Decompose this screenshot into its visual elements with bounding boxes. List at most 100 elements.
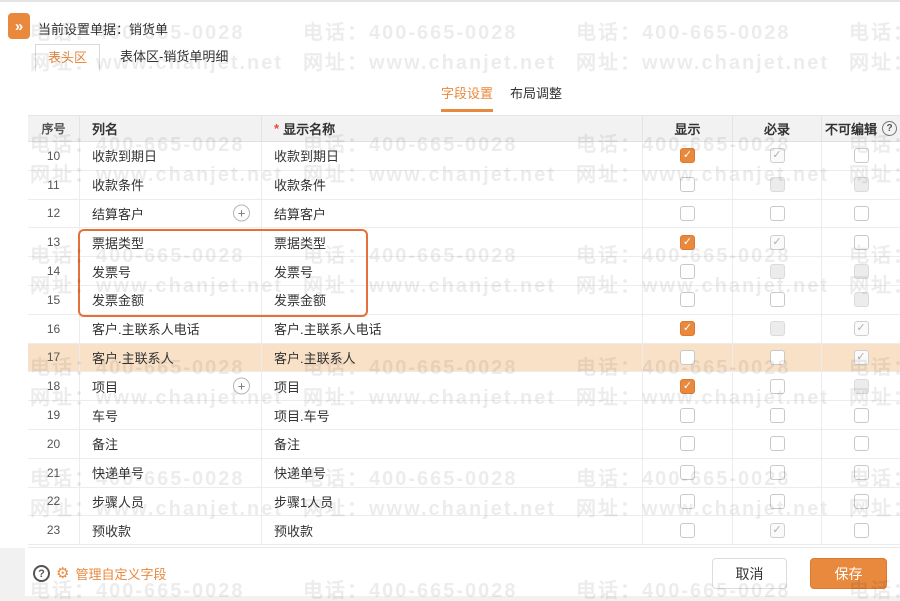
header-readonly: 不可编辑 ? (822, 116, 900, 141)
checkbox-show[interactable] (680, 407, 695, 423)
collapse-sidebar-button[interactable]: » (8, 13, 30, 39)
table-row[interactable]: 22 步骤人员 步骤1人员 (28, 487, 900, 517)
checkbox-readonly[interactable] (853, 292, 869, 308)
row-display-name: 客户.主联系人 (262, 343, 643, 372)
row-display-name: 收款到期日 (262, 142, 643, 170)
row-column-name: 发票金额 (80, 285, 262, 314)
checkbox-readonly[interactable] (853, 205, 869, 221)
table-row[interactable]: 17 客户.主联系人 客户.主联系人 ✓ (28, 343, 900, 373)
table-body: 10 收款到期日 收款到期日 ✓ ✓ 11 收款条件 收款条件 12 结算客户 + 结算客户 13 票据类… (28, 142, 900, 546)
checkbox-required[interactable] (769, 292, 785, 308)
row-column-name: 项目 + (80, 372, 262, 401)
table-row[interactable]: 11 收款条件 收款条件 (28, 170, 900, 200)
table-row[interactable]: 20 备注 备注 (28, 429, 900, 459)
header-required: 必录 (733, 116, 822, 141)
table-row[interactable]: 14 发票号 发票号 (28, 257, 900, 286)
tab-header-area[interactable]: 表头区 (35, 44, 101, 71)
checkbox-show[interactable] (680, 436, 695, 452)
checkbox-readonly[interactable] (853, 177, 869, 193)
checkbox-readonly[interactable] (853, 148, 869, 164)
row-display-name: 收款条件 (262, 170, 643, 199)
page-left-edge (0, 548, 25, 601)
checkbox-show[interactable] (680, 177, 695, 193)
required-asterisk: * (274, 121, 280, 136)
checkbox-readonly[interactable] (853, 234, 869, 250)
checkbox-required[interactable] (769, 321, 785, 337)
row-column-name: 收款条件 (80, 170, 262, 199)
checkbox-readonly[interactable]: ✓ (853, 321, 869, 337)
row-column-name: 发票号 (80, 257, 262, 285)
cancel-button[interactable]: 取消 (712, 558, 787, 589)
checkbox-required[interactable] (769, 436, 785, 452)
checkbox-show[interactable]: ✓ (680, 234, 695, 250)
checkbox-show[interactable] (680, 349, 695, 365)
checkbox-show[interactable] (680, 522, 695, 538)
checkbox-readonly[interactable] (853, 407, 869, 423)
table-row[interactable]: 15 发票金额 发票金额 (28, 285, 900, 315)
table-row[interactable]: 10 收款到期日 收款到期日 ✓ ✓ (28, 142, 900, 171)
row-seq: 10 (28, 142, 80, 170)
checkbox-show[interactable] (680, 465, 695, 481)
checkbox-readonly[interactable] (853, 263, 869, 279)
table-header-row: 序号 列名 * 显示名称 显示 必录 不可编辑 ? (28, 115, 900, 142)
row-seq: 21 (28, 458, 80, 487)
table-row[interactable]: 13 票据类型 票据类型 ✓ ✓ (28, 228, 900, 258)
checkbox-required[interactable] (769, 493, 785, 509)
checkbox-readonly[interactable] (853, 378, 869, 394)
table-row[interactable]: 19 车号 项目.车号 (28, 401, 900, 430)
checkbox-required[interactable] (769, 349, 785, 365)
checkbox-readonly[interactable] (853, 522, 869, 538)
checkbox-show[interactable]: ✓ (680, 378, 695, 394)
checkbox-required[interactable] (769, 263, 785, 279)
checkbox-show[interactable] (680, 493, 695, 509)
tab-body-area[interactable]: 表体区-销货单明细 (108, 44, 240, 71)
expand-plus-icon[interactable]: + (233, 377, 250, 395)
readonly-help-icon[interactable]: ? (882, 121, 897, 136)
checkbox-readonly[interactable] (853, 465, 869, 481)
checkbox-required[interactable] (769, 177, 785, 193)
checkbox-required[interactable]: ✓ (769, 522, 785, 538)
row-seq: 20 (28, 429, 80, 458)
checkbox-required[interactable]: ✓ (769, 148, 785, 164)
row-seq: 18 (28, 372, 80, 401)
help-icon[interactable]: ? (33, 565, 50, 582)
checkbox-readonly[interactable]: ✓ (853, 349, 869, 365)
gear-icon: ⚙ (56, 565, 70, 582)
checkbox-required[interactable]: ✓ (769, 234, 785, 250)
tab-layout-adjust[interactable]: 布局调整 (510, 83, 562, 112)
watermark-text: 网址：www.chanjet.net (303, 52, 557, 74)
save-button[interactable]: 保存 (810, 558, 887, 589)
header-display-name: * 显示名称 (262, 116, 643, 141)
watermark-text: 网址：www.chanjet.net (576, 52, 830, 74)
row-display-name: 项目.车号 (262, 401, 643, 429)
checkbox-show[interactable]: ✓ (680, 148, 695, 164)
watermark-text: 网址：www.chanjet.net (849, 52, 900, 74)
checkbox-show[interactable] (680, 205, 695, 221)
row-seq: 11 (28, 170, 80, 199)
table-row[interactable]: 12 结算客户 + 结算客户 (28, 199, 900, 229)
expand-plus-icon[interactable]: + (233, 204, 250, 222)
table-row[interactable]: 23 预收款 预收款 ✓ (28, 516, 900, 546)
settings-tabs: 字段设置 布局调整 (441, 83, 562, 112)
checkbox-readonly[interactable] (853, 493, 869, 509)
checkbox-show[interactable]: ✓ (680, 321, 695, 337)
checkbox-show[interactable] (680, 292, 695, 308)
doc-area-tabs: 表头区 表体区-销货单明细 (35, 44, 240, 71)
manage-custom-fields-link[interactable]: 管理自定义字段 (75, 564, 166, 583)
checkbox-required[interactable] (769, 205, 785, 221)
tab-field-settings[interactable]: 字段设置 (441, 83, 494, 112)
table-row[interactable]: 18 项目 + 项目 ✓ (28, 372, 900, 402)
row-seq: 12 (28, 199, 80, 228)
checkbox-required[interactable] (769, 407, 785, 423)
checkbox-required[interactable] (769, 378, 785, 394)
row-seq: 19 (28, 401, 80, 429)
row-column-name: 客户.主联系人 (80, 343, 262, 372)
checkbox-show[interactable] (680, 263, 695, 279)
table-row[interactable]: 21 快递单号 快递单号 (28, 458, 900, 488)
row-column-name: 车号 (80, 401, 262, 429)
checkbox-readonly[interactable] (853, 436, 869, 452)
table-row[interactable]: 16 客户.主联系人电话 客户.主联系人电话 ✓ ✓ (28, 314, 900, 344)
row-display-name: 快递单号 (262, 458, 643, 487)
current-doc-label: 当前设置单据：销货单 (38, 22, 169, 37)
checkbox-required[interactable] (769, 465, 785, 481)
